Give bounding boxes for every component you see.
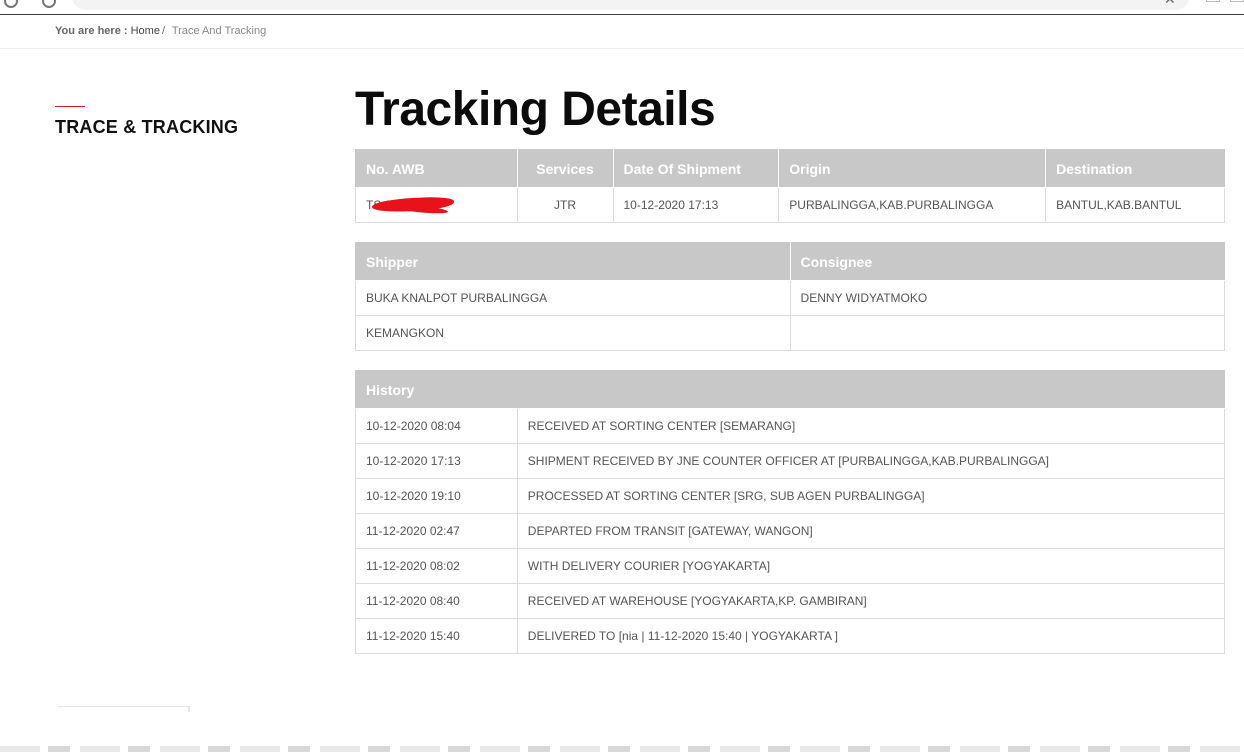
consignee-city	[789, 315, 1226, 351]
history-header-row: History	[355, 370, 1225, 409]
consignee-name: DENNY WIDYATMOKO	[789, 280, 1226, 316]
close-icon[interactable]: ✕	[1164, 0, 1176, 8]
history-status: SHIPMENT RECEIVED BY JNE COUNTER OFFICER…	[516, 443, 1226, 479]
history-status: DELIVERED TO [nia | 11-12-2020 15:40 | Y…	[516, 618, 1226, 654]
sidebar-accent-line	[55, 106, 85, 107]
col-header-consignee: Consignee	[789, 242, 1226, 281]
history-status: PROCESSED AT SORTING CENTER [SRG, SUB AG…	[516, 478, 1226, 514]
shipper-city: KEMANGKON	[355, 315, 791, 351]
page-title: Tracking Details	[355, 83, 716, 136]
history-time: 11-12-2020 02:47	[355, 513, 518, 549]
destination: BANTUL,KAB.BANTUL	[1045, 187, 1225, 223]
menu-icon[interactable]	[1230, 0, 1244, 2]
history-status: RECEIVED AT SORTING CENTER [SEMARANG]	[516, 408, 1226, 444]
history-time: 11-12-2020 08:40	[355, 583, 518, 619]
col-header-services: Services	[516, 149, 614, 188]
page-bottom-edge	[0, 746, 1244, 752]
service-code: JTR	[516, 187, 614, 223]
history-row: 11-12-2020 02:47 DEPARTED FROM TRANSIT […	[355, 513, 1226, 549]
col-header-shipper: Shipper	[355, 242, 791, 281]
history-row: 10-12-2020 08:04 RECEIVED AT SORTING CEN…	[355, 408, 1226, 444]
origin: PURBALINGGA,KAB.PURBALINGGA	[778, 187, 1047, 223]
history-time: 10-12-2020 17:13	[355, 443, 518, 479]
history-time: 10-12-2020 08:04	[355, 408, 518, 444]
breadcrumb-separator: /	[161, 25, 166, 37]
history-row: 11-12-2020 08:40 RECEIVED AT WAREHOUSE […	[355, 583, 1226, 619]
history-time: 11-12-2020 08:02	[355, 548, 518, 584]
sidebar-widget-edge	[58, 706, 190, 712]
browser-toolbar: ✕	[0, 0, 1244, 15]
parties-row: KEMANGKON	[355, 315, 1226, 351]
col-header-awb: No. AWB	[355, 149, 518, 188]
col-header-origin: Origin	[778, 149, 1047, 188]
extension-icon[interactable]	[1206, 0, 1220, 2]
col-header-destination: Destination	[1045, 149, 1225, 188]
history-status: RECEIVED AT WAREHOUSE [YOGYAKARTA,KP. GA…	[516, 583, 1226, 619]
history-time: 10-12-2020 19:10	[355, 478, 518, 514]
reload-icon[interactable]	[42, 0, 56, 8]
breadcrumb-bar: You are here : Home / Trace And Tracking	[0, 16, 1244, 49]
history-table: History 10-12-2020 08:04 RECEIVED AT SOR…	[355, 370, 1226, 654]
address-bar[interactable]	[72, 0, 1190, 10]
parties-table: Shipper Consignee BUKA KNALPOT PURBALING…	[355, 242, 1226, 351]
parties-header-row: Shipper Consignee	[355, 242, 1226, 281]
breadcrumb: You are here : Home / Trace And Tracking	[55, 25, 266, 37]
parties-row: BUKA KNALPOT PURBALINGGA DENNY WIDYATMOK…	[355, 280, 1226, 316]
col-header-date: Date Of Shipment	[612, 149, 780, 188]
shipment-header-row: No. AWB Services Date Of Shipment Origin…	[355, 149, 1225, 188]
col-header-history: History	[355, 370, 1225, 409]
history-row: 10-12-2020 19:10 PROCESSED AT SORTING CE…	[355, 478, 1226, 514]
sidebar-title: TRACE & TRACKING	[55, 117, 239, 137]
history-row: 11-12-2020 15:40 DELIVERED TO [nia | 11-…	[355, 618, 1226, 654]
shipment-row: TS 673 JTR 10-12-2020 17:13 PURBALINGGA,…	[355, 187, 1225, 223]
breadcrumb-current: Trace And Tracking	[171, 25, 267, 37]
shipper-name: BUKA KNALPOT PURBALINGGA	[355, 280, 791, 316]
history-status: WITH DELIVERY COURIER [YOGYAKARTA]	[516, 548, 1226, 584]
history-row: 11-12-2020 08:02 WITH DELIVERY COURIER […	[355, 548, 1226, 584]
history-row: 10-12-2020 17:13 SHIPMENT RECEIVED BY JN…	[355, 443, 1226, 479]
shipment-date: 10-12-2020 17:13	[612, 187, 780, 223]
breadcrumb-prefix: You are here :	[55, 25, 128, 37]
shipment-table: No. AWB Services Date Of Shipment Origin…	[355, 149, 1225, 223]
breadcrumb-home-link[interactable]: Home	[131, 25, 160, 37]
history-time: 11-12-2020 15:40	[355, 618, 518, 654]
history-status: DEPARTED FROM TRANSIT [GATEWAY, WANGON]	[516, 513, 1226, 549]
awb-number: TS 673	[355, 187, 518, 223]
back-icon[interactable]	[4, 0, 18, 8]
